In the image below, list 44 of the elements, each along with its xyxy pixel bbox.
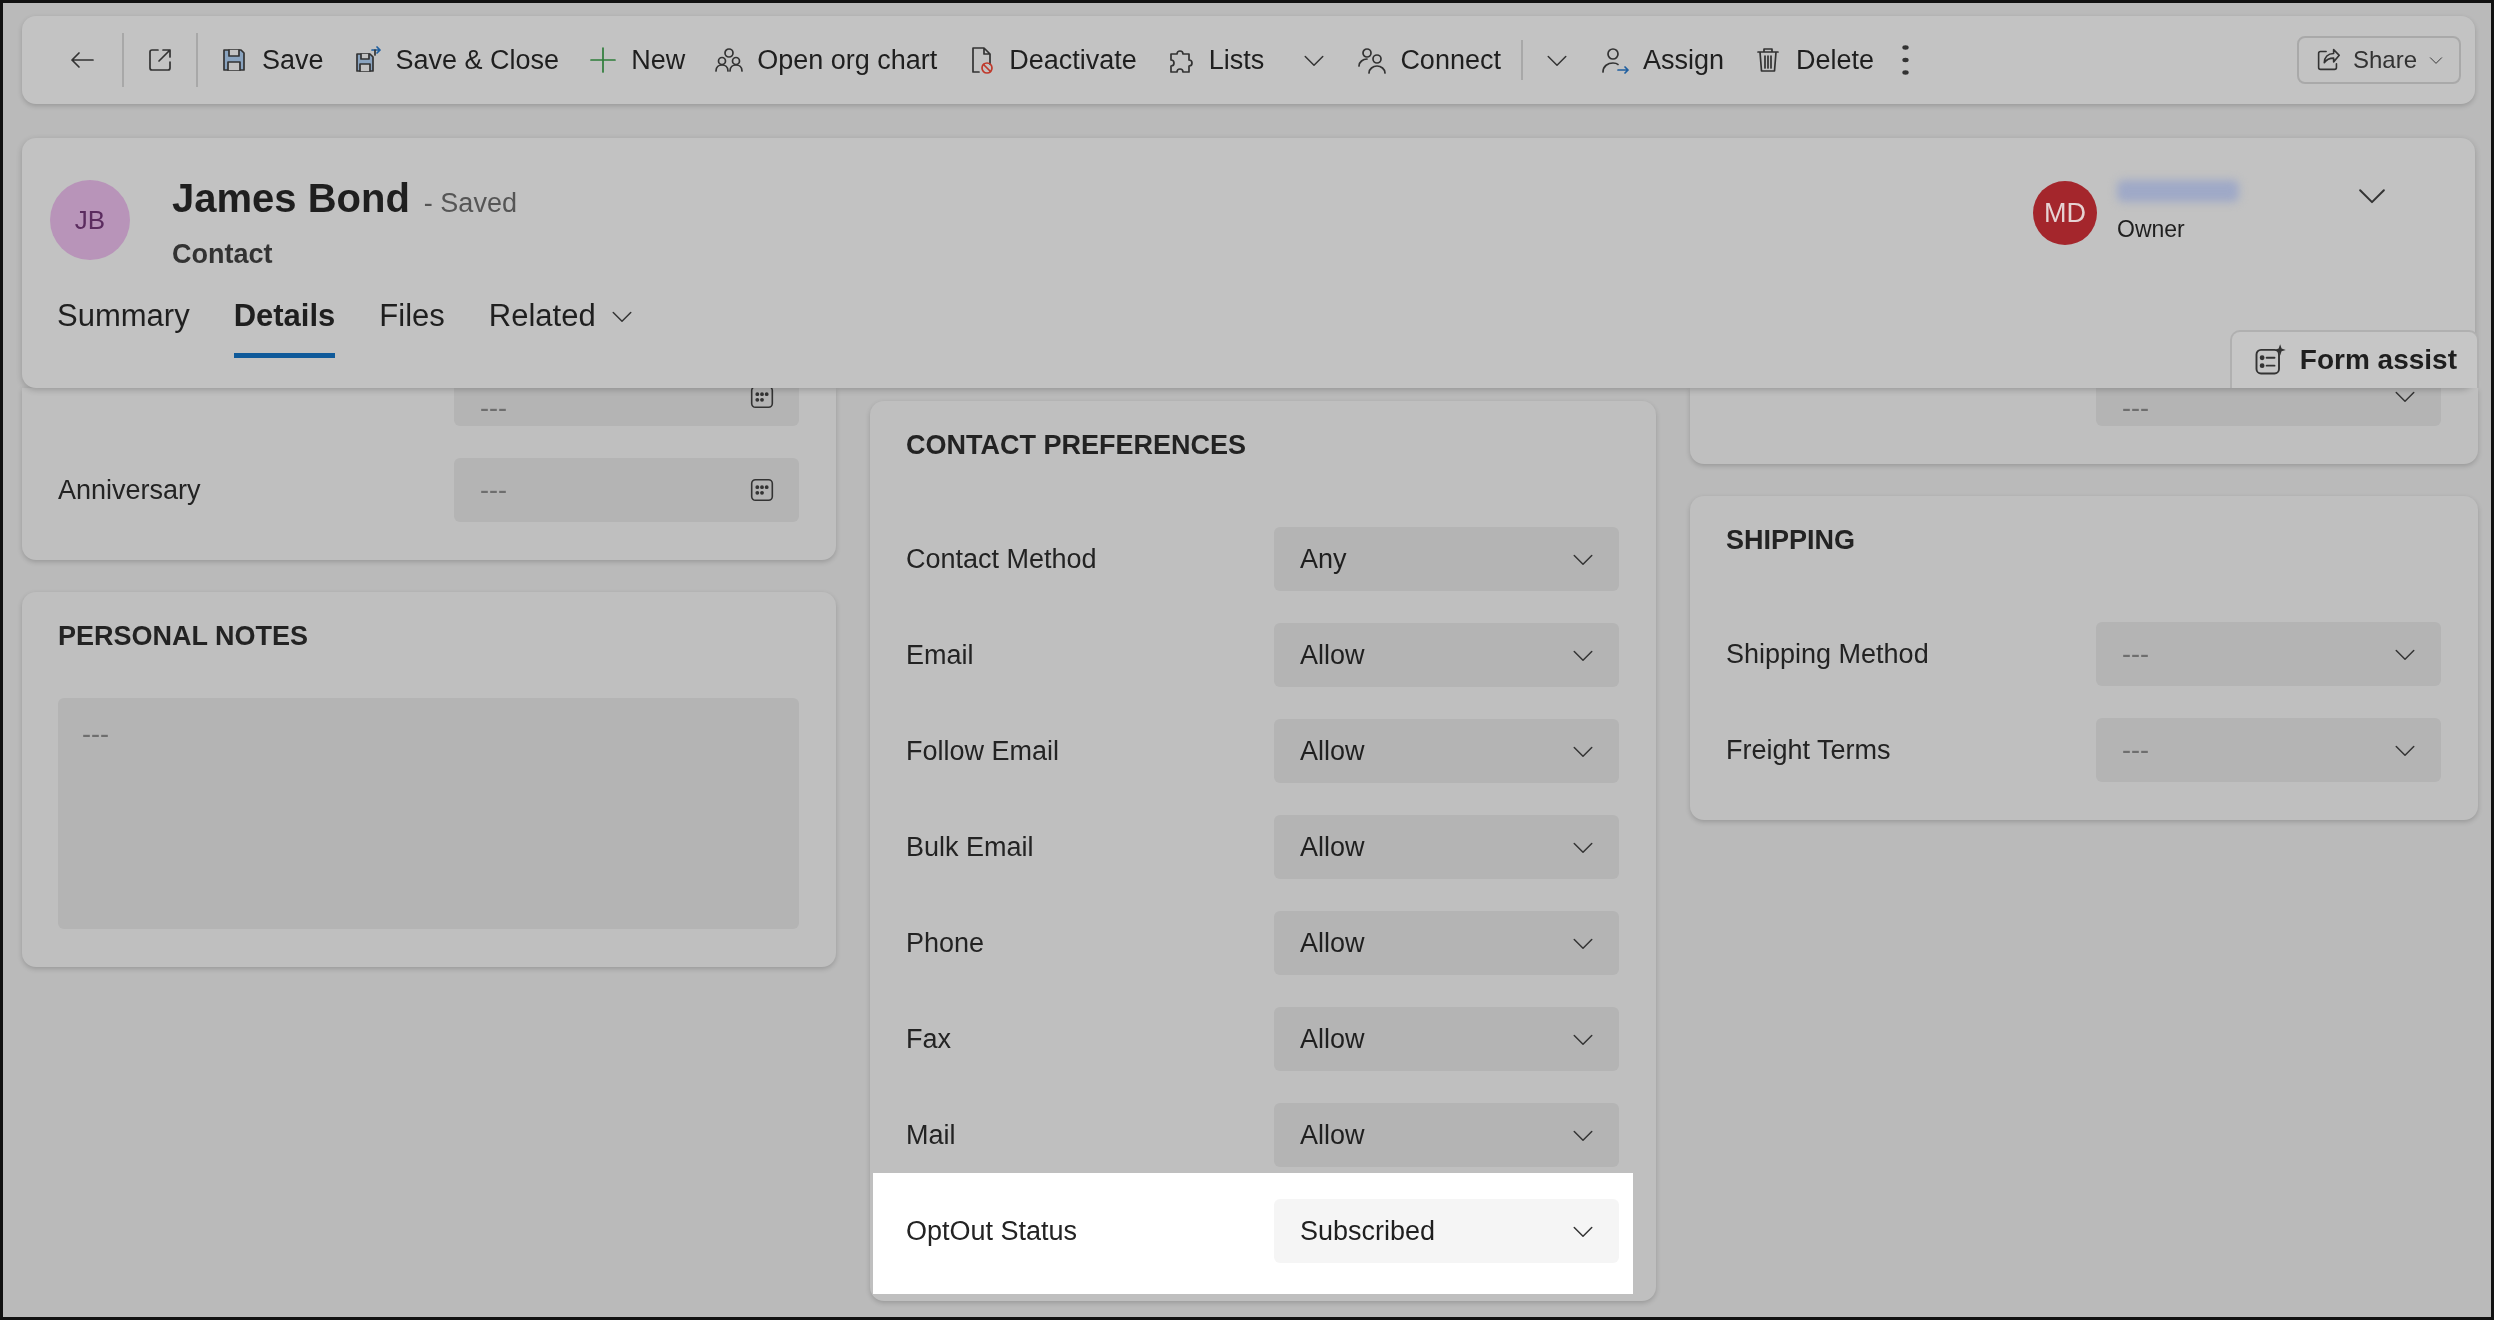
dropdown-field[interactable]: Subscribed [1274,1199,1619,1263]
field-label: OptOut Status [906,1215,1079,1248]
dropdown-field[interactable]: Any [1274,527,1619,591]
dropdown-field[interactable]: Allow [1274,815,1619,879]
field-label: Anniversary [58,474,202,507]
share-button[interactable]: Share [2296,36,2461,84]
dropdown-field[interactable]: Allow [1274,1007,1619,1071]
field-label: Shipping Method [1726,638,1930,671]
field-label: Phone [906,927,986,960]
toolbar-button[interactable]: Lists [1150,33,1343,87]
toolbar-button[interactable]: Deactivate [951,33,1151,87]
dropdown-field[interactable]: Allow [1274,719,1619,783]
toolbar-button[interactable]: Delete [1738,33,1889,87]
toolbar-button[interactable]: Assign [1584,33,1738,87]
tab[interactable]: Related [488,292,636,358]
section-title: CONTACT PREFERENCES [906,429,1248,462]
entity-name: Contact [172,238,274,271]
section-title: PERSONAL NOTES [58,620,310,653]
field-label: Email [906,639,975,672]
save-status: - Saved [423,187,517,220]
toolbar-button[interactable]: New [573,33,700,87]
toolbar-button[interactable]: Open org chart [699,33,952,87]
field-label: Fax [906,1023,952,1056]
tab[interactable]: Files [379,292,445,358]
field-label: Contact Method [906,543,1098,576]
avatar: JB [50,180,130,260]
tab[interactable]: Summary [57,292,190,358]
section-title: SHIPPING [1726,524,1857,557]
dropdown-field[interactable]: Allow [1274,911,1619,975]
field-label: Mail [906,1119,957,1152]
more-icon [1902,45,1910,75]
record-title: James Bond [172,175,410,222]
toolbar-button[interactable]: Save & Close [337,33,574,87]
dropdown-field[interactable]: Allow [1274,1103,1619,1167]
form-assist-button[interactable]: Form assist [2229,330,2479,388]
toolbar-button[interactable]: Connect [1342,33,1515,87]
tab[interactable]: Details [233,292,336,358]
field-label: Bulk Email [906,831,1035,864]
field-label: Follow Email [906,735,1061,768]
owner-avatar: MD [2033,181,2097,246]
field-label: Freight Terms [1726,734,1892,767]
dropdown-field[interactable]: Allow [1274,623,1619,687]
toolbar-button[interactable]: Save [204,33,338,87]
owner-label: Owner [2117,215,2186,244]
